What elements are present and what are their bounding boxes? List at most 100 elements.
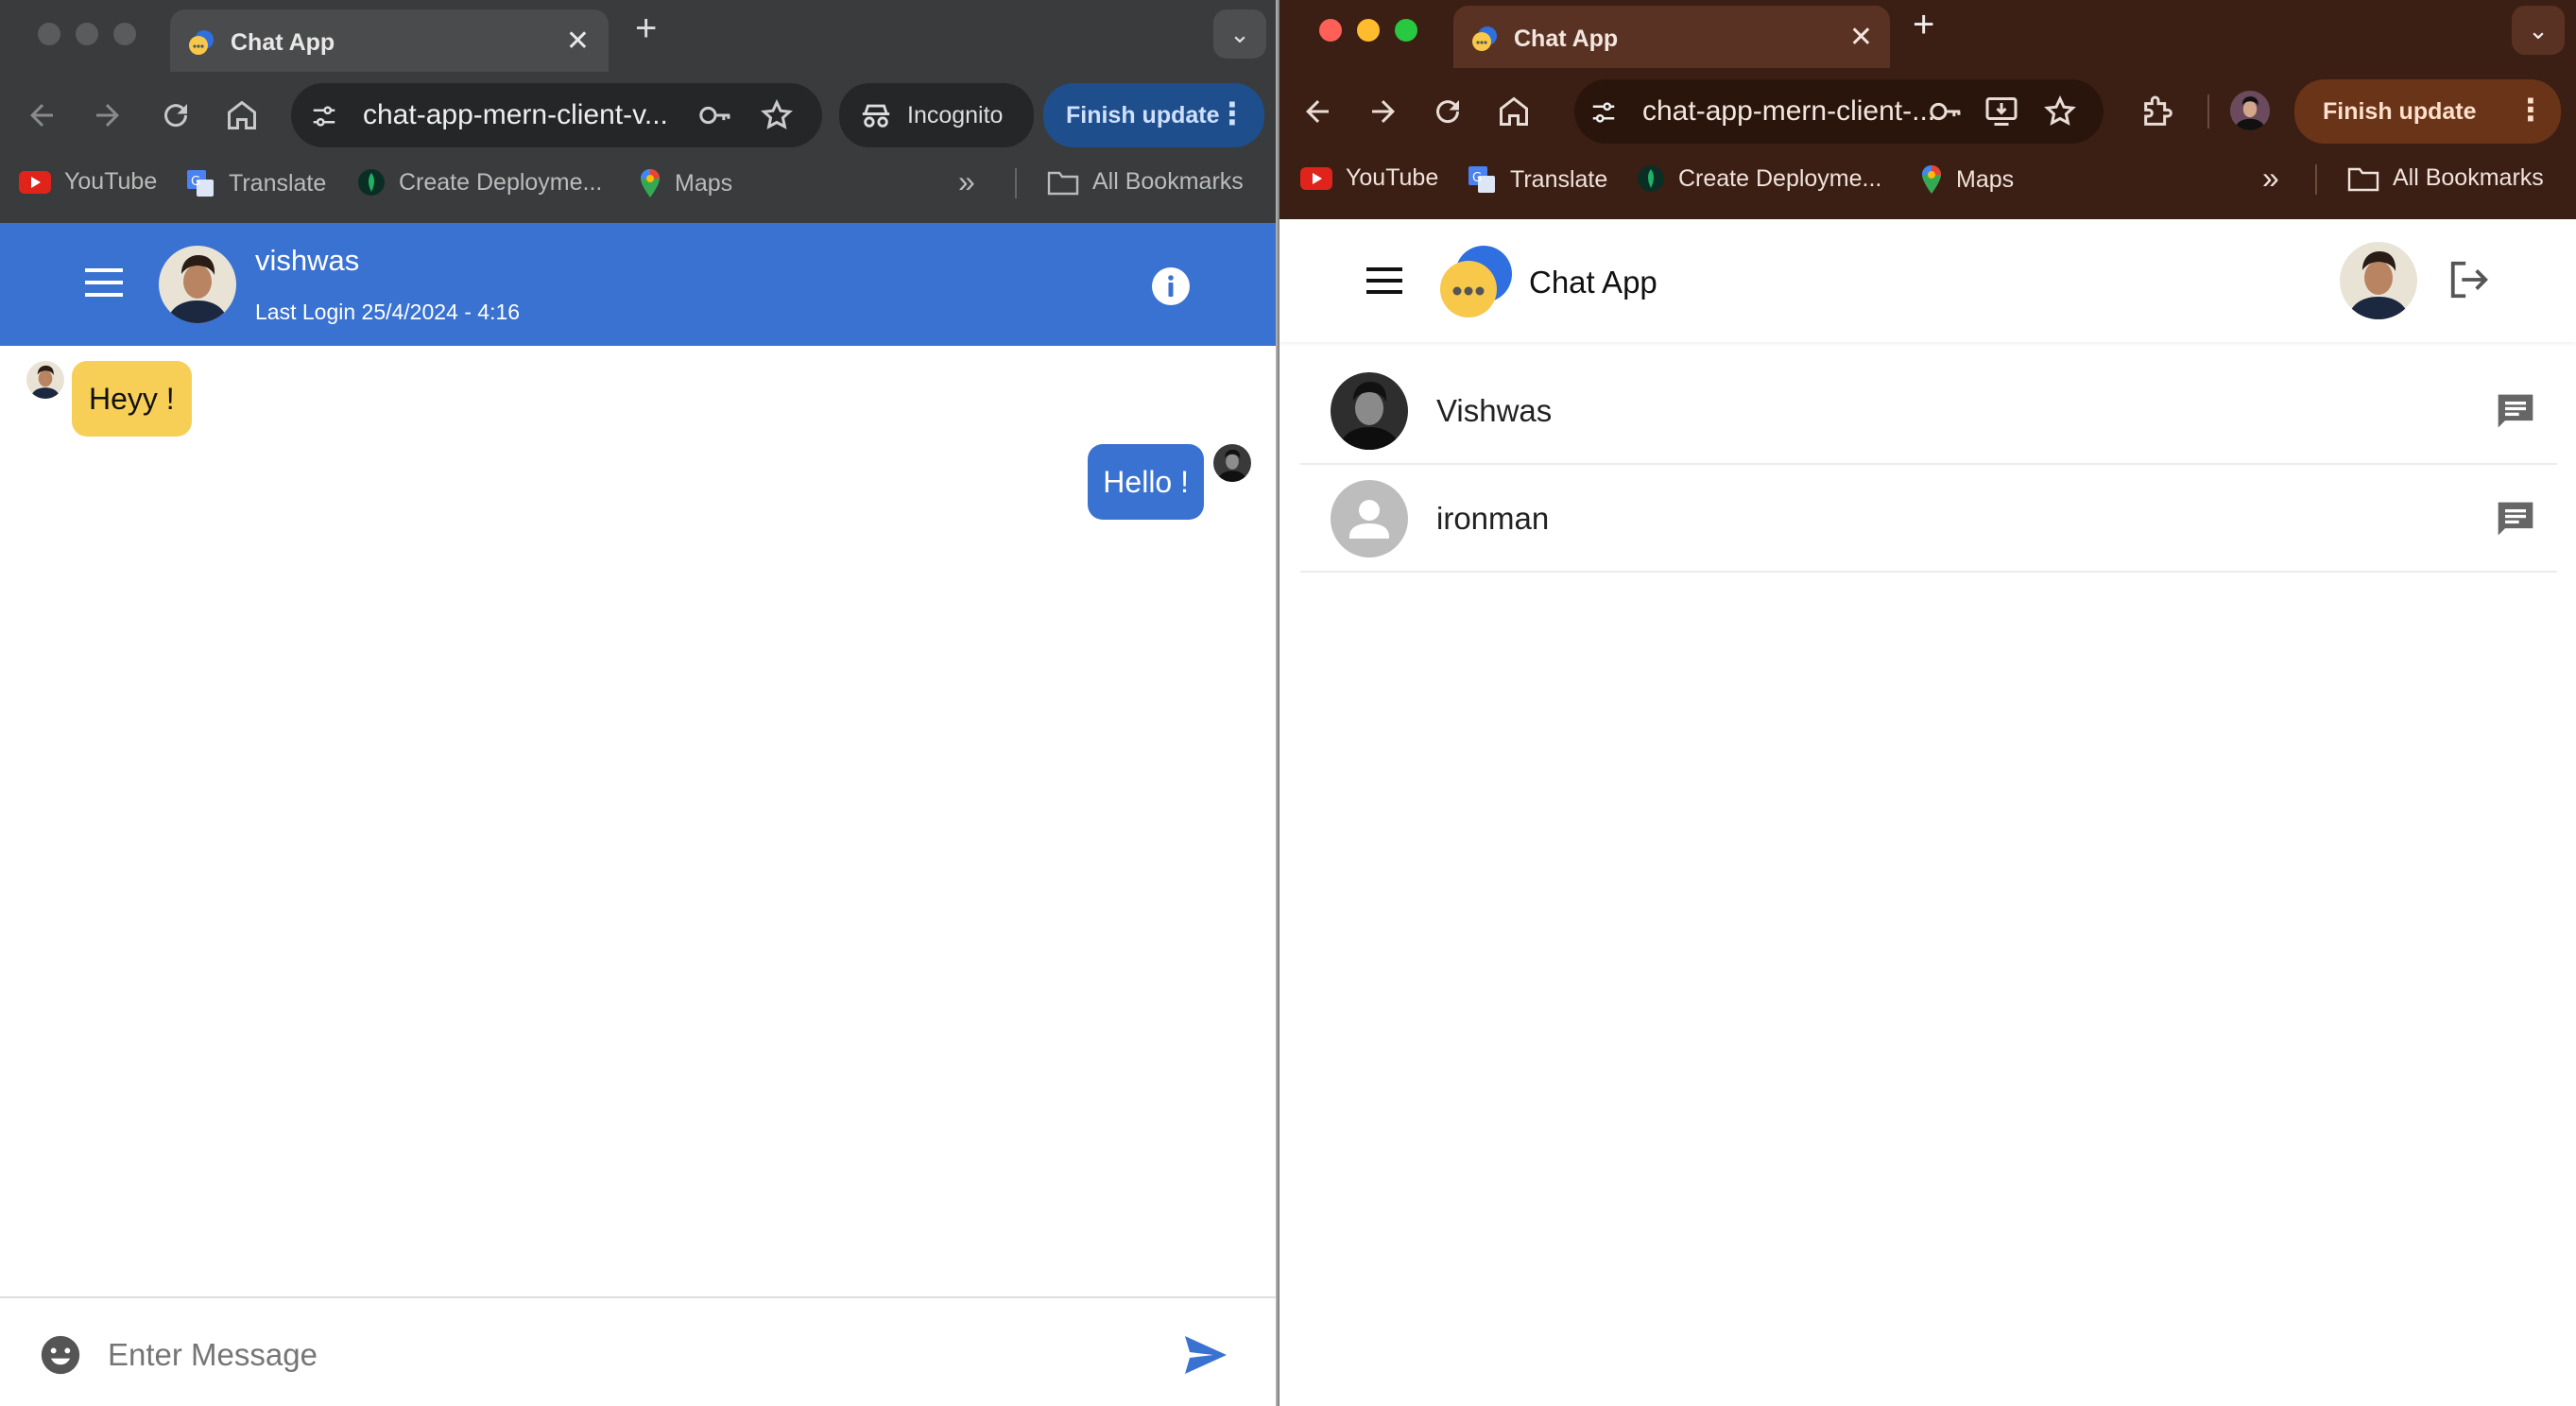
bookmark-translate[interactable]: G Translate <box>185 168 326 198</box>
bookmark-youtube[interactable]: YouTube <box>19 168 157 196</box>
back-arrow-icon[interactable] <box>25 98 59 132</box>
bookmark-label: Create Deployme... <box>399 168 603 196</box>
tab-chat-app[interactable]: Chat App ✕ <box>1453 6 1890 68</box>
browser-chrome: Chat App ✕ + ⌄ chat-app-mern-client-v...… <box>0 0 1278 223</box>
message-input[interactable] <box>106 1323 1149 1387</box>
finish-update-button[interactable]: Finish update ⋮ <box>2294 79 2561 144</box>
bookmark-label: Translate <box>1510 165 1608 193</box>
reload-icon[interactable] <box>1431 94 1465 129</box>
address-bar[interactable]: chat-app-mern-client-... <box>1574 79 2104 144</box>
translate-icon: G <box>187 170 214 197</box>
finish-update-button[interactable]: Finish update ⋮ <box>1043 83 1264 147</box>
contact-avatar[interactable] <box>159 246 236 323</box>
chat-app-page: Chat App Vishwas ironman <box>1279 219 2576 1406</box>
all-bookmarks-label: All Bookmarks <box>1092 168 1244 195</box>
emoji-icon[interactable] <box>40 1334 81 1376</box>
chat-bubble-icon[interactable] <box>2495 499 2536 540</box>
chat-header: vishwas Last Login 25/4/2024 - 4:16 <box>0 223 1278 346</box>
maximize-window-button[interactable] <box>113 23 136 45</box>
mongodb-leaf-icon <box>358 169 385 196</box>
maps-pin-icon <box>641 169 660 197</box>
tab-search-chevron-down-icon[interactable]: ⌄ <box>1213 9 1266 59</box>
new-tab-button[interactable]: + <box>635 8 657 50</box>
bookmark-maps[interactable]: Maps <box>1920 164 2014 195</box>
browser-chrome: Chat App ✕ + ⌄ chat-app-mern-client-... … <box>1279 0 2576 219</box>
home-icon[interactable] <box>225 98 259 132</box>
site-settings-icon[interactable] <box>310 102 338 130</box>
incognito-icon <box>862 104 890 128</box>
password-key-icon[interactable] <box>1928 96 1964 127</box>
user-list-item[interactable]: ironman <box>1300 465 2557 573</box>
back-arrow-icon[interactable] <box>1300 94 1334 129</box>
tab-search-chevron-down-icon[interactable]: ⌄ <box>2512 6 2565 55</box>
sender-avatar <box>26 361 64 399</box>
bookmark-star-icon[interactable] <box>2043 94 2077 129</box>
bookmark-label: Maps <box>675 169 733 197</box>
address-bar[interactable]: chat-app-mern-client-v... <box>291 83 822 147</box>
user-name: ironman <box>1436 501 1550 536</box>
chat-bubble-icon[interactable] <box>2495 391 2536 433</box>
close-tab-icon[interactable]: ✕ <box>566 25 590 58</box>
incognito-indicator[interactable]: Incognito <box>839 83 1034 147</box>
chat-app-favicon-icon <box>189 30 214 55</box>
tab-title: Chat App <box>1514 26 1619 52</box>
hamburger-menu-icon[interactable] <box>1366 266 1402 295</box>
default-person-icon <box>1331 480 1408 557</box>
info-icon[interactable] <box>1151 266 1191 306</box>
url-text: chat-app-mern-client-v... <box>363 99 668 130</box>
logout-icon[interactable] <box>2447 259 2491 300</box>
bookmarks-overflow-icon[interactable]: » <box>2262 161 2279 196</box>
minimize-window-button[interactable] <box>1357 19 1380 42</box>
maximize-window-button[interactable] <box>1395 19 1417 42</box>
contact-name: vishwas <box>255 244 360 277</box>
mongodb-leaf-icon <box>1638 165 1664 192</box>
profile-avatar[interactable] <box>2230 91 2270 130</box>
svg-text:G: G <box>1472 171 1482 185</box>
site-settings-icon[interactable] <box>1589 98 1618 127</box>
reload-icon[interactable] <box>159 98 193 132</box>
close-window-button[interactable] <box>1319 19 1342 42</box>
bookmark-create-deployment[interactable]: Create Deployme... <box>1637 164 1881 193</box>
home-icon[interactable] <box>1497 94 1531 129</box>
user-list-item[interactable]: Vishwas <box>1300 357 2557 465</box>
message-list: Heyy ! Hello ! <box>0 346 1278 1296</box>
app-header: Chat App <box>1279 219 2576 342</box>
all-bookmarks-button[interactable]: All Bookmarks <box>1047 168 1244 196</box>
last-login-text: Last Login 25/4/2024 - 4:16 <box>255 300 521 324</box>
all-bookmarks-button[interactable]: All Bookmarks <box>2347 164 2544 192</box>
maps-pin-icon <box>1922 165 1941 194</box>
close-window-button[interactable] <box>38 23 60 45</box>
bookmarks-separator <box>1015 168 1017 198</box>
chat-app-logo-icon <box>1440 246 1512 317</box>
new-tab-button[interactable]: + <box>1913 4 1934 46</box>
more-vertical-icon[interactable]: ⋮ <box>1217 96 1247 130</box>
forward-arrow-icon[interactable] <box>91 98 125 132</box>
more-vertical-icon[interactable]: ⋮ <box>2516 93 2546 127</box>
bookmarks-overflow-icon[interactable]: » <box>958 164 975 199</box>
youtube-icon <box>19 170 51 194</box>
extensions-puzzle-icon[interactable] <box>2139 93 2177 130</box>
translate-icon: G <box>1468 166 1495 193</box>
hamburger-menu-icon[interactable] <box>85 266 123 299</box>
chat-app-favicon-icon <box>1472 26 1497 51</box>
bookmark-label: Maps <box>1956 165 2015 193</box>
password-key-icon[interactable] <box>697 100 733 130</box>
bookmark-maps[interactable]: Maps <box>639 168 732 198</box>
youtube-icon <box>1300 166 1332 190</box>
user-avatar[interactable] <box>2340 242 2417 319</box>
bookmark-label: YouTube <box>64 168 158 195</box>
send-icon[interactable] <box>1183 1334 1228 1376</box>
bookmark-star-icon[interactable] <box>760 98 794 132</box>
app-title: Chat App <box>1529 265 1657 300</box>
bookmark-translate[interactable]: G Translate <box>1467 164 1607 195</box>
own-avatar <box>1213 444 1251 482</box>
bookmark-label: Create Deployme... <box>1678 164 1882 192</box>
bookmark-youtube[interactable]: YouTube <box>1300 164 1438 192</box>
bookmark-label: YouTube <box>1346 164 1439 191</box>
install-app-icon[interactable] <box>1984 94 2018 129</box>
minimize-window-button[interactable] <box>76 23 98 45</box>
bookmark-create-deployment[interactable]: Create Deployme... <box>357 168 602 197</box>
close-tab-icon[interactable]: ✕ <box>1849 21 1873 54</box>
tab-chat-app[interactable]: Chat App ✕ <box>170 9 609 72</box>
forward-arrow-icon[interactable] <box>1366 94 1400 129</box>
